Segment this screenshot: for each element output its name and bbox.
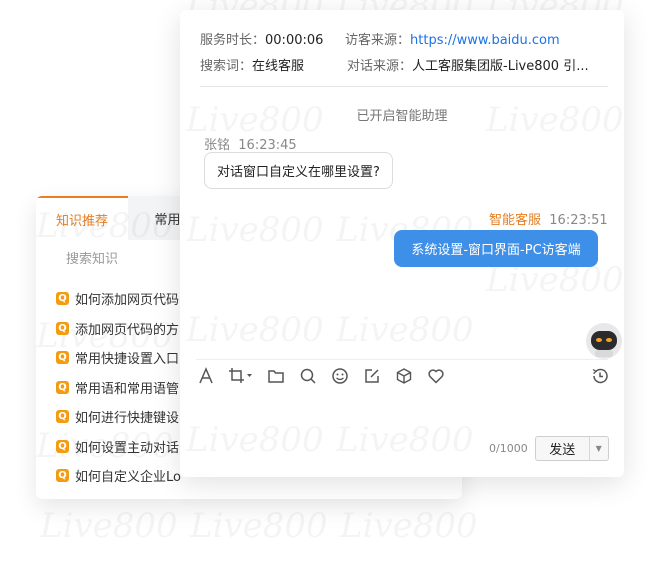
dialog-source-label: 对话来源： xyxy=(347,59,413,74)
watermark: Live800 xyxy=(40,506,178,546)
bot-name: 智能客服 xyxy=(489,213,542,228)
chat-window: Live800 Live800 Live800 Live800 Live800 … xyxy=(180,10,624,477)
edit-icon[interactable] xyxy=(362,366,382,386)
bot-message-time: 16:23:51 xyxy=(549,213,608,228)
cube-icon[interactable] xyxy=(394,366,414,386)
toolbar xyxy=(196,366,458,386)
service-duration-value: 00:00:06 xyxy=(265,33,324,48)
list-item[interactable]: Q 常用快捷设置入口 xyxy=(56,343,181,373)
service-duration: 服务时长：00:00:06 xyxy=(200,29,323,48)
question-icon: Q xyxy=(56,351,69,365)
bot-message-meta: 智能客服 16:23:51 xyxy=(489,209,608,228)
service-duration-label: 服务时长： xyxy=(200,33,266,48)
visitor-message-bubble: 对话窗口自定义在哪里设置? xyxy=(204,152,393,189)
list-item[interactable]: Q 如何进行快捷键设 xyxy=(56,402,181,432)
list-item[interactable]: Q 如何自定义企业Lo xyxy=(56,461,181,491)
question-icon: Q xyxy=(56,469,69,483)
list-item-label: 如何添加网页代码 xyxy=(75,293,180,309)
knowledge-search-input[interactable]: 搜索知识 xyxy=(66,248,118,267)
list-item-label: 如何自定义企业Lo xyxy=(75,470,181,486)
watermark: Live800 xyxy=(186,310,324,350)
list-item[interactable]: Q 如何设置主动对话 xyxy=(56,432,181,462)
question-icon: Q xyxy=(56,439,69,453)
visitor-source-link[interactable]: https://www.baidu.com xyxy=(410,33,560,48)
visitor-name: 张铭 xyxy=(204,138,231,153)
list-item-label: 常用语和常用语管 xyxy=(75,381,180,397)
emoji-icon[interactable] xyxy=(330,366,350,386)
list-item[interactable]: Q 如何添加网页代码 xyxy=(56,284,181,314)
tab-knowledge-recommend[interactable]: 知识推荐 xyxy=(36,196,128,240)
question-icon: Q xyxy=(56,410,69,424)
watermark: Live800 xyxy=(190,506,328,546)
divider xyxy=(200,86,608,87)
send-button-label: 发送 xyxy=(549,443,576,458)
list-item-label: 如何设置主动对话 xyxy=(75,440,180,456)
visitor-source: 访客来源：https://www.baidu.com xyxy=(345,29,560,48)
font-icon[interactable] xyxy=(196,366,216,386)
crop-icon[interactable] xyxy=(228,366,254,386)
list-item-label: 添加网页代码的方 xyxy=(75,322,180,338)
list-item[interactable]: Q 添加网页代码的方 xyxy=(56,314,181,344)
heart-icon[interactable] xyxy=(426,366,446,386)
send-button[interactable]: 发送 ▼ xyxy=(535,436,609,461)
dialog-source-value: 人工客服集团版-Live800 引... xyxy=(412,59,589,74)
search-keyword-value: 在线客服 xyxy=(252,59,305,74)
watermark: Live800 xyxy=(336,310,474,350)
watermark: Live800 xyxy=(340,506,478,546)
history-icon[interactable] xyxy=(590,366,610,386)
robot-assistant-icon[interactable] xyxy=(585,322,623,360)
system-message: 已开启智能助理 xyxy=(356,109,448,124)
visitor-message-time: 16:23:45 xyxy=(238,138,297,153)
search-keyword-label: 搜索词： xyxy=(200,59,253,74)
knowledge-list: Q 如何添加网页代码 Q 添加网页代码的方 Q 常用快捷设置入口 Q 常用语和常用语管 … xyxy=(56,284,181,491)
character-count: 0/1000 xyxy=(489,442,528,455)
watermark: Live800 xyxy=(186,420,324,460)
search-keyword: 搜索词：在线客服 xyxy=(200,55,304,74)
chevron-down-icon[interactable]: ▼ xyxy=(588,437,608,460)
visitor-message-meta: 张铭 16:23:45 xyxy=(204,134,297,153)
dialog-source: 对话来源：人工客服集团版-Live800 引... xyxy=(347,55,589,74)
visitor-source-label: 访客来源： xyxy=(345,33,411,48)
search-icon[interactable] xyxy=(298,366,318,386)
toolbar-divider xyxy=(196,359,608,360)
list-item-label: 常用快捷设置入口 xyxy=(75,352,180,368)
watermark: Live800 xyxy=(186,210,324,250)
question-icon: Q xyxy=(56,380,69,394)
watermark: Live800 xyxy=(336,420,474,460)
list-item[interactable]: Q 常用语和常用语管 xyxy=(56,373,181,403)
question-icon: Q xyxy=(56,292,69,306)
bot-message-bubble: 系统设置-窗口界面-PC访客端 xyxy=(394,230,598,267)
question-icon: Q xyxy=(56,321,69,335)
list-item-label: 如何进行快捷键设 xyxy=(75,411,180,427)
folder-icon[interactable] xyxy=(266,366,286,386)
